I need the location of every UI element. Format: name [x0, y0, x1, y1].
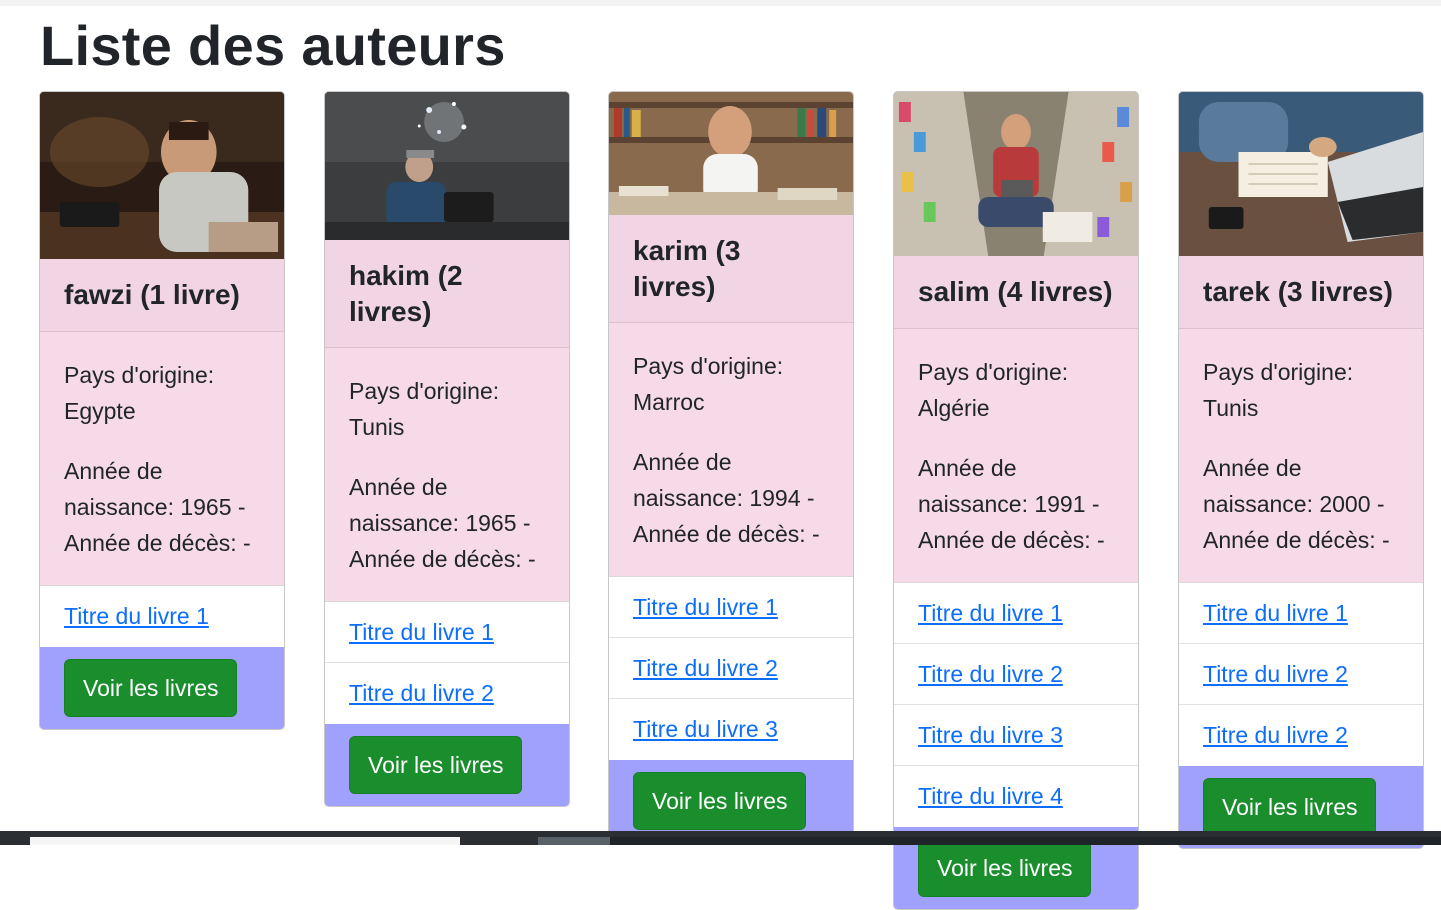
list-item: Titre du livre 1: [609, 577, 853, 638]
card-body: Pays d'origine: Tunis Année de naissance…: [1179, 329, 1423, 582]
years-text: Année de naissance: 1994 - Année de décè…: [633, 449, 820, 547]
list-item: Titre du livre 2: [1179, 705, 1423, 766]
book-link[interactable]: Titre du livre 1: [349, 619, 494, 646]
list-item: Titre du livre 2: [609, 638, 853, 699]
card-header: tarek (3 livres): [1179, 256, 1423, 329]
book-link[interactable]: Titre du livre 1: [633, 594, 778, 621]
browser-top-strip: [0, 0, 1441, 6]
author-card-karim: karim (3 livres) Pays d'origine: Marroc …: [608, 91, 854, 843]
author-name: karim (3 livres): [633, 234, 741, 302]
author-card-fawzi: fawzi (1 livre) Pays d'origine: Egypte A…: [39, 91, 285, 730]
card-footer: Voir les livres: [609, 760, 853, 842]
country-text: Pays d'origine: Tunis: [1203, 359, 1354, 421]
book-link[interactable]: Titre du livre 2: [1203, 722, 1348, 749]
book-link[interactable]: Titre du livre 2: [349, 680, 494, 707]
taskbar-item[interactable]: [538, 837, 610, 845]
list-item: Titre du livre 2: [894, 644, 1138, 705]
list-item: Titre du livre 4: [894, 766, 1138, 827]
card-header: karim (3 livres): [609, 215, 853, 323]
taskbar: [0, 831, 1441, 845]
years-text: Année de naissance: 1965 - Année de décè…: [64, 458, 251, 556]
book-link[interactable]: Titre du livre 4: [918, 783, 1063, 810]
man-laptop-bookstore-photo: [894, 92, 1138, 256]
book-link[interactable]: Titre du livre 2: [1203, 661, 1348, 688]
writer-with-typewriter-photo: [40, 92, 284, 259]
years-text: Année de naissance: 1965 - Année de décè…: [349, 474, 536, 572]
author-card-hakim: hakim (2 livres) Pays d'origine: Tunis A…: [324, 91, 570, 807]
years-text: Année de naissance: 1991 - Année de décè…: [918, 455, 1105, 553]
book-link[interactable]: Titre du livre 3: [918, 722, 1063, 749]
view-books-button[interactable]: Voir les livres: [349, 736, 523, 794]
author-photo: [325, 92, 569, 240]
page-title: Liste des auteurs: [40, 14, 506, 77]
card-footer: Voir les livres: [325, 724, 569, 806]
author-name: tarek (3 livres): [1203, 276, 1393, 307]
author-photo: [609, 92, 853, 215]
view-books-button[interactable]: Voir les livres: [64, 659, 238, 717]
list-item: Titre du livre 3: [609, 699, 853, 760]
book-list: Titre du livre 1: [40, 585, 284, 647]
book-link[interactable]: Titre du livre 2: [918, 661, 1063, 688]
author-photo: [894, 92, 1138, 256]
country-text: Pays d'origine: Marroc: [633, 353, 784, 415]
years-text: Année de naissance: 2000 - Année de décè…: [1203, 455, 1390, 553]
taskbar-tray: [610, 837, 1441, 845]
book-link[interactable]: Titre du livre 1: [64, 603, 209, 630]
card-body: Pays d'origine: Tunis Année de naissance…: [325, 348, 569, 601]
list-item: Titre du livre 1: [40, 586, 284, 647]
author-name: salim (4 livres): [918, 276, 1113, 307]
list-item: Titre du livre 2: [1179, 644, 1423, 705]
smiling-man-library-photo: [609, 92, 853, 215]
author-photo: [1179, 92, 1423, 256]
view-books-button[interactable]: Voir les livres: [1203, 778, 1377, 836]
hand-writing-notebook-laptop-photo: [1179, 92, 1423, 256]
author-name: hakim (2 livres): [349, 259, 463, 327]
book-list: Titre du livre 1 Titre du livre 2 Titre …: [1179, 582, 1423, 766]
book-link[interactable]: Titre du livre 2: [633, 655, 778, 682]
card-footer: Voir les livres: [40, 647, 284, 729]
country-text: Pays d'origine: Algérie: [918, 359, 1069, 421]
card-body: Pays d'origine: Marroc Année de naissanc…: [609, 323, 853, 576]
book-link[interactable]: Titre du livre 1: [918, 600, 1063, 627]
book-link[interactable]: Titre du livre 3: [633, 716, 778, 743]
country-text: Pays d'origine: Tunis: [349, 378, 500, 440]
card-header: hakim (2 livres): [325, 240, 569, 348]
typewriter-sparks-photo: [325, 92, 569, 240]
card-header: fawzi (1 livre): [40, 259, 284, 332]
list-item: Titre du livre 2: [325, 663, 569, 724]
book-list: Titre du livre 1 Titre du livre 2 Titre …: [894, 582, 1138, 827]
taskbar-search[interactable]: [30, 837, 460, 845]
view-books-button[interactable]: Voir les livres: [633, 772, 807, 830]
author-name: fawzi (1 livre): [64, 279, 240, 310]
book-list: Titre du livre 1 Titre du livre 2: [325, 601, 569, 724]
view-books-button[interactable]: Voir les livres: [918, 839, 1092, 897]
card-header: salim (4 livres): [894, 256, 1138, 329]
card-body: Pays d'origine: Egypte Année de naissanc…: [40, 332, 284, 585]
list-item: Titre du livre 1: [1179, 583, 1423, 644]
list-item: Titre du livre 3: [894, 705, 1138, 766]
author-photo: [40, 92, 284, 259]
author-card-tarek: tarek (3 livres) Pays d'origine: Tunis A…: [1178, 91, 1424, 849]
author-card-salim: salim (4 livres) Pays d'origine: Algérie…: [893, 91, 1139, 910]
country-text: Pays d'origine: Egypte: [64, 362, 215, 424]
book-link[interactable]: Titre du livre 1: [1203, 600, 1348, 627]
card-body: Pays d'origine: Algérie Année de naissan…: [894, 329, 1138, 582]
list-item: Titre du livre 1: [894, 583, 1138, 644]
list-item: Titre du livre 1: [325, 602, 569, 663]
book-list: Titre du livre 1 Titre du livre 2 Titre …: [609, 576, 853, 760]
